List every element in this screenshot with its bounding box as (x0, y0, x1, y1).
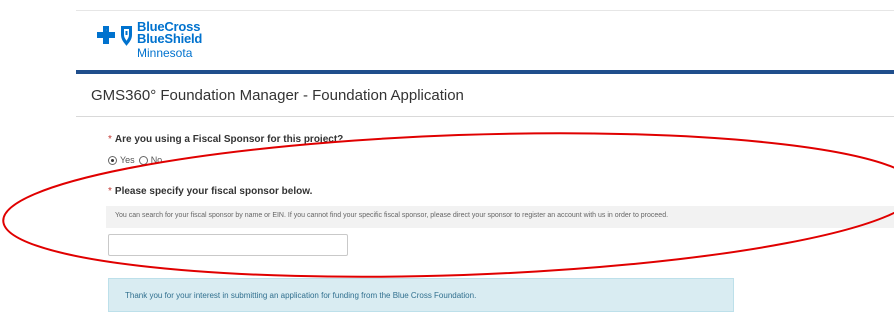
radio-no-label[interactable]: No (151, 155, 163, 165)
logo-text-blueshield: BlueShield (137, 31, 203, 46)
page-title: GMS360° Foundation Manager - Foundation … (91, 87, 464, 104)
top-divider (76, 10, 894, 11)
specify-sponsor-question: * Please specify your fiscal sponsor belo… (108, 186, 312, 197)
fiscal-sponsor-question-text: Are you using a Fiscal Sponsor for this … (114, 134, 344, 145)
bcbs-logo: BlueCross BlueShield Minnesota (95, 16, 255, 66)
application-page: BlueCross BlueShield Minnesota GMS360° F… (0, 0, 894, 312)
fiscal-sponsor-search-input[interactable] (108, 234, 348, 256)
sponsor-help-text: You can search for your fiscal sponsor b… (115, 212, 669, 219)
fiscal-sponsor-question: * Are you using a Fiscal Sponsor for this… (108, 134, 343, 145)
radio-yes[interactable] (108, 155, 117, 165)
required-marker: * (108, 134, 112, 145)
radio-no[interactable] (138, 155, 148, 165)
logo-text-minnesota: Minnesota (137, 46, 193, 60)
cross-shield-icon (97, 26, 132, 46)
fiscal-sponsor-radio-group: Yes No (108, 155, 166, 165)
specify-sponsor-question-text: Please specify your fiscal sponsor below… (114, 186, 313, 197)
required-marker: * (108, 186, 112, 197)
radio-yes-label[interactable]: Yes (120, 155, 135, 165)
info-alert-text: Thank you for your interest in submittin… (125, 291, 477, 300)
